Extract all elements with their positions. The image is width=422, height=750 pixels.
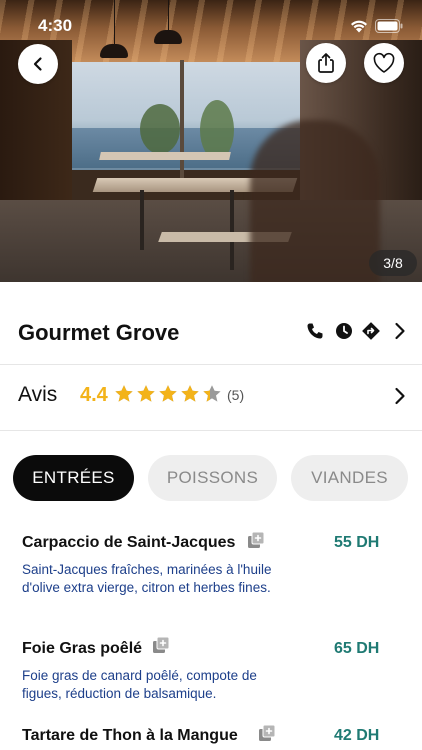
phone-icon[interactable] (306, 322, 324, 340)
photo-window-frame (180, 60, 184, 180)
share-icon (318, 53, 334, 73)
menu-item-price: 65 DH (334, 640, 380, 657)
menu-item[interactable]: Carpaccio de Saint-Jacques 55 DH Saint-J… (0, 528, 422, 618)
menu-item-price: 42 DH (334, 727, 380, 744)
directions-icon[interactable] (362, 322, 380, 340)
share-button[interactable] (306, 43, 346, 83)
rating-score: 4.4 (80, 384, 108, 406)
menu-item-name: Foie Gras poêlé (22, 640, 143, 657)
restaurant-name: Gourmet Grove (18, 320, 180, 345)
menu-item-name: Carpaccio de Saint-Jacques (22, 534, 236, 551)
tab-entrees[interactable]: ENTRÉES (13, 455, 134, 501)
reviews-label: Avis (18, 383, 58, 406)
back-button[interactable] (18, 44, 58, 84)
menu-item-description: Foie gras de canard poêlé, compote de fi… (22, 668, 257, 701)
reviews-row[interactable]: Avis 4.4 (5) (0, 366, 422, 428)
chevron-left-icon (33, 57, 42, 71)
heart-icon (373, 52, 395, 73)
photo-foreground-shadow (250, 120, 380, 282)
photos-icon[interactable] (258, 724, 276, 742)
menu-item-name: Tartare de Thon à la Mangue (22, 727, 238, 744)
battery-icon (375, 19, 403, 33)
menu-item-price: 55 DH (334, 534, 380, 551)
photo-plant (140, 104, 180, 154)
menu-item[interactable]: Tartare de Thon à la Mangue 42 DH (0, 720, 422, 750)
chevron-right-icon (395, 387, 405, 405)
tab-viandes[interactable]: VIANDES (291, 455, 408, 501)
star-icon (159, 385, 177, 402)
photo-plant (200, 100, 234, 160)
photo-table-leg (230, 190, 234, 270)
divider (0, 430, 422, 431)
star-icon (181, 385, 199, 402)
favorite-button[interactable] (364, 43, 404, 83)
menu-item-description: Saint-Jacques fraîches, marinées à l'hui… (22, 562, 272, 595)
divider (0, 364, 422, 365)
star-icon (203, 385, 221, 402)
photo-lamp (100, 44, 128, 58)
photo-table-leg (140, 190, 144, 250)
photos-icon[interactable] (152, 636, 170, 654)
tab-poissons[interactable]: POISSONS (148, 455, 277, 501)
rating-stars (114, 384, 222, 404)
star-icon (137, 385, 155, 402)
wifi-icon (351, 20, 367, 33)
photos-icon[interactable] (247, 531, 265, 549)
status-time: 4:30 (38, 16, 73, 35)
photo-counter: 3/8 (369, 250, 417, 276)
clock-icon[interactable] (335, 322, 353, 340)
restaurant-header: Gourmet Grove (0, 300, 422, 364)
photo-table (99, 152, 231, 160)
menu-category-tabs: ENTRÉES POISSONS VIANDES (0, 455, 422, 501)
review-count: (5) (227, 387, 245, 403)
star-icon (115, 385, 133, 402)
status-bar: 4:30 (0, 0, 422, 44)
menu-item[interactable]: Foie Gras poêlé 65 DH Foie gras de canar… (0, 634, 422, 714)
chevron-right-icon[interactable] (391, 322, 409, 340)
